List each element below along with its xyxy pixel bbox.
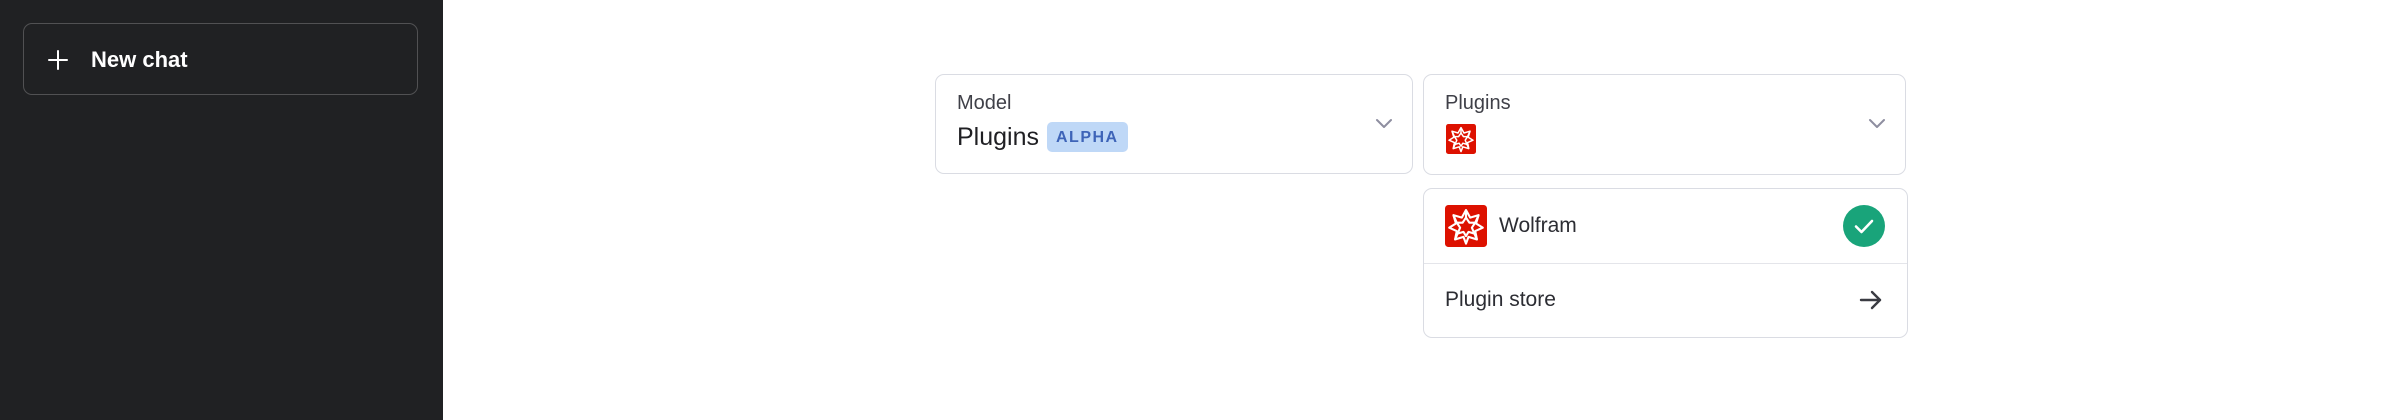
model-value: Plugins ALPHA xyxy=(957,122,1128,152)
plugins-selector[interactable]: Plugins xyxy=(1423,74,1906,175)
chevron-down-icon xyxy=(1869,119,1885,128)
check-icon xyxy=(1843,205,1885,247)
new-chat-label: New chat xyxy=(91,47,188,72)
chat-app: New chat Model Plugins ALPHA Plugins Wol… xyxy=(0,0,2400,420)
sidebar: New chat xyxy=(0,0,443,420)
plugin-store-link[interactable]: Plugin store xyxy=(1424,264,1907,337)
alpha-badge: ALPHA xyxy=(1047,122,1128,152)
plugin-store-label: Plugin store xyxy=(1445,288,1556,311)
model-selector[interactable]: Model Plugins ALPHA xyxy=(935,74,1413,174)
plus-icon xyxy=(48,50,68,70)
plugin-option-wolfram[interactable]: Wolfram xyxy=(1424,189,1907,264)
new-chat-button[interactable]: New chat xyxy=(23,23,418,95)
chevron-down-icon xyxy=(1376,119,1392,128)
plugin-option-label: Wolfram xyxy=(1499,214,1577,237)
wolfram-icon xyxy=(1446,124,1476,154)
wolfram-icon xyxy=(1445,205,1487,247)
plugins-caption: Plugins xyxy=(1445,92,1511,114)
model-caption: Model xyxy=(957,92,1012,114)
plugins-dropdown: Wolfram Plugin store xyxy=(1423,188,1908,338)
arrow-right-icon xyxy=(1859,290,1882,310)
model-name: Plugins xyxy=(957,123,1039,151)
main-content xyxy=(443,0,2400,420)
